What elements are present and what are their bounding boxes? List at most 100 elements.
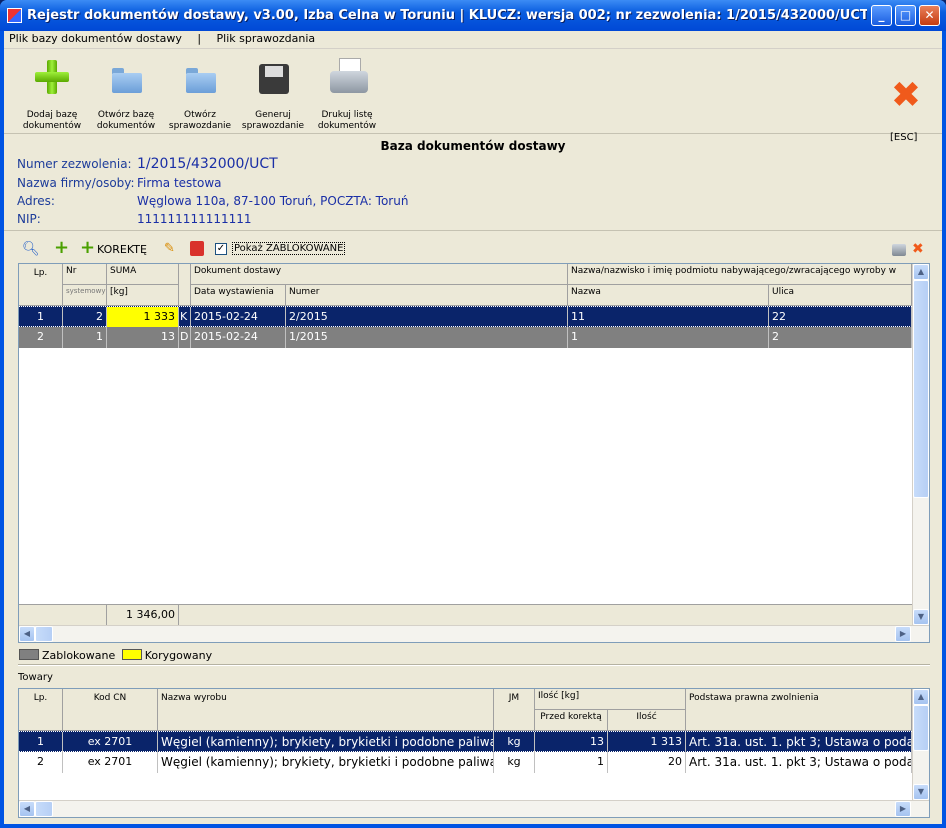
goods-cell-name: Węgiel (kamienny); brykiety, brykietki i… [158, 752, 494, 773]
address-value: Węglowa 110a, 87-100 Toruń, POCZTA: Toru… [137, 194, 409, 208]
goods-scroll-thumb[interactable] [913, 705, 929, 751]
goods-cell-cn: ex 2701 [63, 732, 158, 753]
cell-nr: 2 [63, 307, 107, 328]
scroll-left-arrow[interactable]: ◀ [19, 626, 35, 642]
menu-plik-sprawozdania[interactable]: Plik sprawozdania [217, 32, 316, 45]
cell-suma: 13 [107, 327, 179, 348]
show-blocked-checkbox[interactable]: ✓ [215, 243, 227, 255]
generate-report-button[interactable]: Generuj sprawozdanie [238, 58, 308, 132]
cell-date: 2015-02-24 [191, 327, 286, 348]
scroll-up-arrow[interactable]: ▲ [913, 264, 929, 280]
add-icon[interactable]: + [54, 239, 70, 257]
cell-suma-corrected: 1 333 [107, 307, 179, 328]
goods-col-qtynow-header[interactable]: Ilość [608, 710, 686, 731]
add-correction-icon[interactable]: + [80, 239, 96, 257]
goods-row[interactable]: 2 ex 2701 Węgiel (kamienny); brykiety, b… [19, 752, 912, 773]
goods-section-label: Towary [18, 672, 53, 683]
col-doc-header[interactable]: Dokument dostawy [191, 264, 568, 285]
exit-icon[interactable]: ✖ [890, 78, 922, 114]
cell-flag: K [179, 307, 191, 328]
goods-scroll-right-arrow[interactable]: ▶ [895, 801, 911, 817]
scroll-thumb[interactable] [913, 280, 929, 498]
cell-name: 11 [568, 307, 769, 328]
divider [4, 230, 942, 231]
scroll-down-arrow[interactable]: ▼ [913, 609, 929, 625]
search-icon[interactable]: 🔍︎ [22, 241, 40, 257]
menu-plik-bazy[interactable]: Plik bazy dokumentów dostawy [9, 32, 182, 45]
add-correction-label[interactable]: KOREKTĘ [97, 243, 147, 256]
vertical-scrollbar[interactable]: ▲ ▼ [912, 264, 929, 625]
remove-icon[interactable]: ✖ [912, 241, 928, 257]
documents-grid: Lp. Nr systemowy SUMA [kg] Dokument dost… [18, 263, 930, 643]
print-list-button[interactable]: Drukuj listę dokumentów [312, 58, 382, 132]
print-list-label: Drukuj listę dokumentów [317, 110, 377, 131]
plus-icon [34, 58, 70, 96]
table-row[interactable]: 1 2 1 333 K 2015-02-24 2/2015 11 22 [19, 306, 912, 328]
page-title: Baza dokumentów dostawy [380, 139, 566, 153]
goods-scroll-left-arrow[interactable]: ◀ [19, 801, 35, 817]
goods-col-jm-header[interactable]: JM [494, 689, 535, 731]
total-suma: 1 346,00 [107, 605, 179, 626]
goods-col-name-header[interactable]: Nazwa wyrobu [158, 689, 494, 731]
cell-number: 2/2015 [286, 307, 568, 328]
splitter[interactable] [18, 664, 930, 666]
cell-number: 1/2015 [286, 327, 568, 348]
cell-date: 2015-02-24 [191, 307, 286, 328]
goods-col-qty-header[interactable]: Ilość [kg] [535, 689, 686, 710]
print-icon[interactable] [892, 244, 906, 256]
open-report-button[interactable]: Otwórz sprawozdanie [165, 58, 235, 132]
goods-col-lp-header[interactable]: Lp. [19, 689, 63, 731]
goods-cell-basis: Art. 31a. ust. 1. pkt 3; Ustawa o podatl [686, 732, 912, 753]
add-base-button[interactable]: Dodaj bazę dokumentów [17, 58, 87, 132]
table-row-blocked[interactable]: 2 1 13 D 2015-02-24 1/2015 1 2 [19, 327, 912, 348]
title-bar[interactable]: Rejestr dokumentów dostawy, v3.00, Izba … [0, 0, 946, 31]
goods-col-basis-header[interactable]: Podstawa prawna zwolnienia [686, 689, 912, 731]
printer-icon [329, 58, 368, 96]
goods-cell-before: 1 [535, 752, 608, 773]
scroll-right-arrow[interactable]: ▶ [895, 626, 911, 642]
address-label: Adres: [17, 194, 55, 208]
goods-scroll-up-arrow[interactable]: ▲ [913, 689, 929, 705]
cell-nr: 1 [63, 327, 107, 348]
goods-cell-lp: 1 [19, 732, 63, 753]
col-number-header[interactable]: Numer [286, 285, 568, 306]
horizontal-scrollbar[interactable]: ◀ ▶ [19, 625, 929, 642]
col-lp-header[interactable]: Lp. [19, 264, 63, 306]
col-date-header[interactable]: Data wystawienia [191, 285, 286, 306]
goods-col-cn-header[interactable]: Kod CN [63, 689, 158, 731]
menu-separator: | [197, 32, 202, 45]
permit-value: 1/2015/432000/UCT [137, 156, 278, 172]
col-street-header[interactable]: Ulica [769, 285, 912, 306]
edit-pencil-icon[interactable]: ✎ [164, 241, 180, 257]
goods-cell-lp: 2 [19, 752, 63, 773]
totals-spacer [19, 605, 107, 626]
floppy-disk-icon [255, 58, 291, 96]
folder-icon [182, 58, 218, 96]
show-blocked-label[interactable]: Pokaż ZABLOKOWANE [232, 242, 346, 255]
col-flag-header[interactable] [179, 264, 191, 306]
open-report-label: Otwórz sprawozdanie [168, 110, 232, 131]
close-window-button[interactable]: ✕ [919, 5, 940, 26]
goods-vertical-scrollbar[interactable]: ▲ ▼ [912, 689, 929, 800]
open-base-button[interactable]: Otwórz bazę dokumentów [91, 58, 161, 132]
col-suma-unit-header: [kg] [107, 285, 179, 306]
goods-row[interactable]: 1 ex 2701 Węgiel (kamienny); brykiety, b… [19, 731, 912, 753]
h-scroll-thumb[interactable] [35, 626, 53, 642]
col-party-header[interactable]: Nazwa/nazwisko i imię podmiotu nabywając… [568, 264, 912, 285]
col-nr-header[interactable]: Nr [63, 264, 107, 285]
maximize-button[interactable]: □ [895, 5, 916, 26]
legend-corrected-label: Korygowany [144, 649, 213, 662]
col-party-name-header[interactable]: Nazwa [568, 285, 769, 306]
legend-corrected-swatch [121, 649, 142, 660]
goods-col-before-header[interactable]: Przed korektą [535, 710, 608, 731]
goods-h-scroll-thumb[interactable] [35, 801, 53, 817]
open-base-label: Otwórz bazę dokumentów [96, 110, 156, 131]
minimize-button[interactable]: _ [871, 5, 892, 26]
legend-blocked-label: Zablokowane [42, 649, 116, 662]
company-value: Firma testowa [137, 176, 222, 190]
goods-scroll-down-arrow[interactable]: ▼ [913, 784, 929, 800]
goods-horizontal-scrollbar[interactable]: ◀ ▶ [19, 800, 929, 817]
delete-trash-icon[interactable] [190, 241, 204, 256]
col-suma-header[interactable]: SUMA [107, 264, 179, 285]
legend: Zablokowane Korygowany [19, 649, 212, 662]
